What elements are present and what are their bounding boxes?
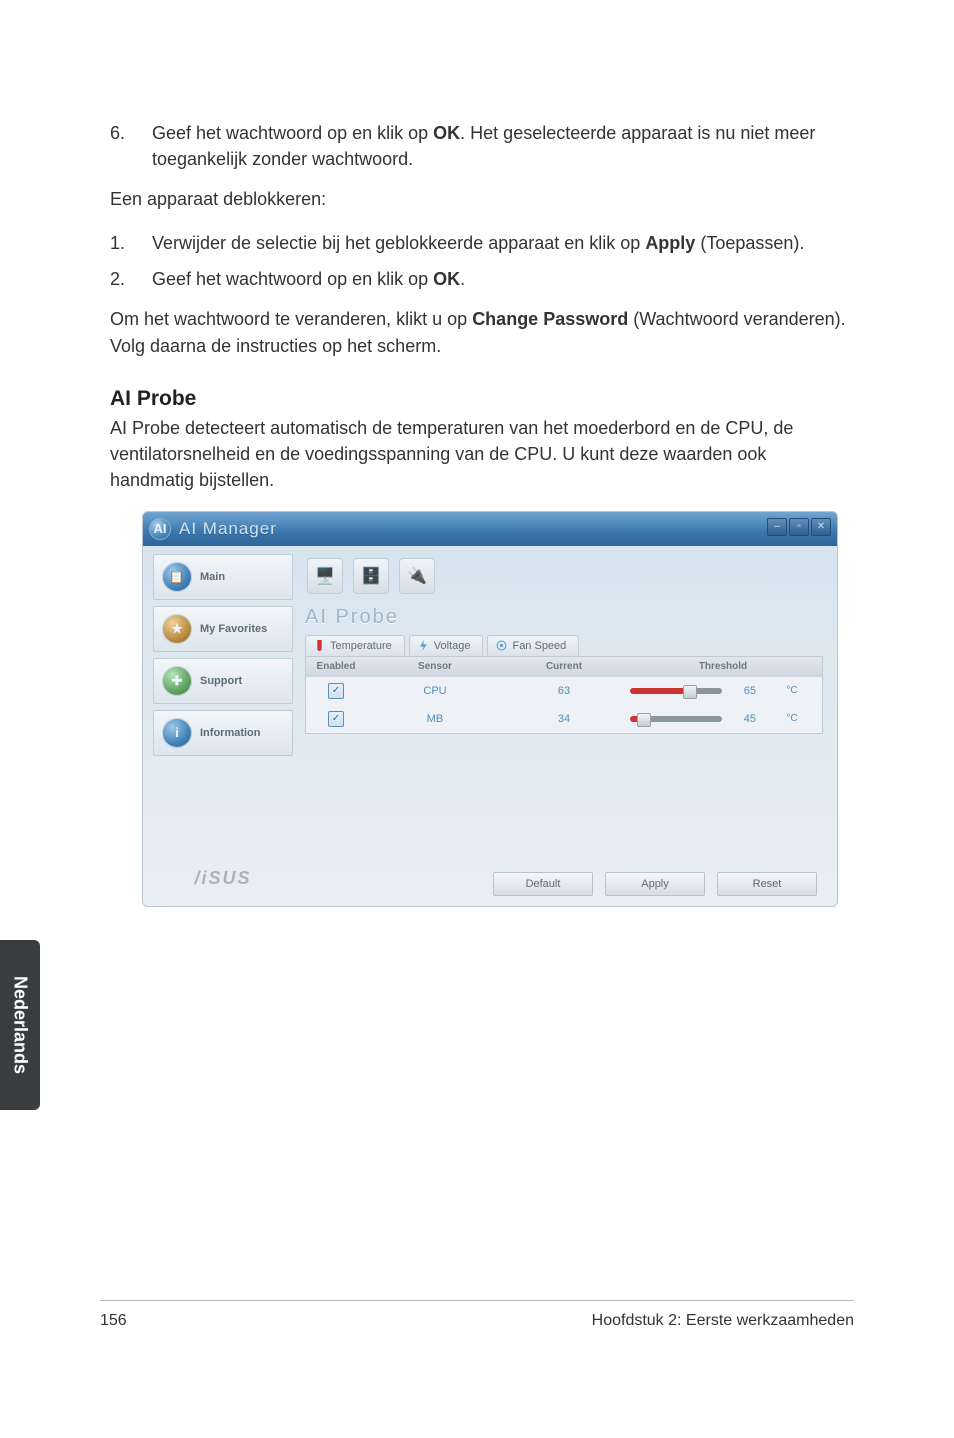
drive-icon: 🗄️ <box>361 566 381 586</box>
paragraph: AI Probe detecteert automatisch de tempe… <box>110 415 854 493</box>
tool-network[interactable]: 🔌 <box>399 558 435 594</box>
sidebar-item-main[interactable]: 📋 Main <box>153 554 293 600</box>
titlebar[interactable]: AI AI Manager – ▫ ✕ <box>143 512 837 546</box>
list-number: 1. <box>110 230 152 256</box>
page-number: 156 <box>100 1312 127 1330</box>
footer-separator <box>100 1300 854 1301</box>
sidebar-item-information[interactable]: i Information <box>153 710 293 756</box>
col-enabled: Enabled <box>306 659 366 674</box>
cell-sensor: MB <box>366 711 504 727</box>
sidebar: 📋 Main ★ My Favorites ✚ Support i Inform… <box>153 554 293 896</box>
brand-logo: /iSUS <box>153 862 293 896</box>
tab-label: Temperature <box>330 640 392 652</box>
list-body: Geef het wachtwoord op en klik op OK. <box>152 266 854 292</box>
sidebar-item-label: Information <box>200 727 261 739</box>
panel-title: AI Probe <box>301 604 827 635</box>
cell-unit: °C <box>762 683 822 698</box>
table-row: ✓ MB 34 45 °C <box>306 705 822 733</box>
section-heading: AI Probe <box>110 387 854 411</box>
chapter-title: Hoofdstuk 2: Eerste werkzaamheden <box>592 1312 854 1330</box>
info-icon: i <box>162 718 192 748</box>
sidebar-item-favorites[interactable]: ★ My Favorites <box>153 606 293 652</box>
threshold-value: 45 <box>728 713 756 725</box>
tab-voltage[interactable]: Voltage <box>409 635 484 656</box>
table-row: ✓ CPU 63 65 °C <box>306 677 822 705</box>
threshold-slider[interactable]: 45 <box>630 713 756 725</box>
sidebar-item-support[interactable]: ✚ Support <box>153 658 293 704</box>
tab-label: Fan Speed <box>512 640 566 652</box>
cell-current: 63 <box>504 683 624 699</box>
enable-checkbox[interactable]: ✓ <box>328 711 344 727</box>
tab-temperature[interactable]: Temperature <box>305 635 405 656</box>
threshold-slider[interactable]: 65 <box>630 685 756 697</box>
cell-sensor: CPU <box>366 683 504 699</box>
col-threshold: Threshold <box>624 659 822 674</box>
toolbar: 🖥️ 🗄️ 🔌 <box>301 554 827 604</box>
sensor-table: Enabled Sensor Current Threshold ✓ CPU 6… <box>305 656 823 734</box>
enable-checkbox[interactable]: ✓ <box>328 683 344 699</box>
default-button[interactable]: Default <box>493 872 593 896</box>
thermometer-icon <box>314 640 325 651</box>
sidebar-item-label: Main <box>200 571 225 583</box>
table-header: Enabled Sensor Current Threshold <box>306 657 822 677</box>
maximize-button[interactable]: ▫ <box>789 518 809 536</box>
cell-current: 34 <box>504 711 624 727</box>
main-panel: 🖥️ 🗄️ 🔌 AI Probe Temperature Voltage <box>301 554 827 896</box>
app-icon: AI <box>149 518 171 540</box>
tabs: Temperature Voltage Fan Speed <box>301 635 827 656</box>
minimize-button[interactable]: – <box>767 518 787 536</box>
tab-fan-speed[interactable]: Fan Speed <box>487 635 579 656</box>
ai-manager-window: AI AI Manager – ▫ ✕ 📋 Main ★ My Favorite… <box>142 511 838 907</box>
tab-label: Voltage <box>434 640 471 652</box>
fan-icon <box>496 640 507 651</box>
tool-monitor[interactable]: 🖥️ <box>307 558 343 594</box>
list-number: 6. <box>110 120 152 172</box>
sidebar-item-label: My Favorites <box>200 623 267 635</box>
page-footer: 156 Hoofdstuk 2: Eerste werkzaamheden <box>100 1312 854 1330</box>
list-number: 2. <box>110 266 152 292</box>
bolt-icon <box>418 640 429 651</box>
reset-button[interactable]: Reset <box>717 872 817 896</box>
paragraph: Een apparaat deblokkeren: <box>110 186 854 212</box>
list-body: Geef het wachtwoord op en klik op OK. He… <box>152 120 854 172</box>
network-icon: 🔌 <box>407 566 427 586</box>
apply-button[interactable]: Apply <box>605 872 705 896</box>
col-sensor: Sensor <box>366 659 504 674</box>
window-title: AI Manager <box>179 519 277 539</box>
action-bar: Default Apply Reset <box>301 860 827 896</box>
list-body: Verwijder de selectie bij het geblokkeer… <box>152 230 854 256</box>
close-button[interactable]: ✕ <box>811 518 831 536</box>
language-tab: Nederlands <box>0 940 40 1110</box>
paragraph: Om het wachtwoord te veranderen, klikt u… <box>110 306 854 358</box>
cell-unit: °C <box>762 711 822 726</box>
support-icon: ✚ <box>162 666 192 696</box>
sidebar-item-label: Support <box>200 675 242 687</box>
clipboard-icon: 📋 <box>162 562 192 592</box>
monitor-icon: 🖥️ <box>315 566 335 586</box>
star-icon: ★ <box>162 614 192 644</box>
threshold-value: 65 <box>728 685 756 697</box>
tool-drive[interactable]: 🗄️ <box>353 558 389 594</box>
col-current: Current <box>504 659 624 674</box>
